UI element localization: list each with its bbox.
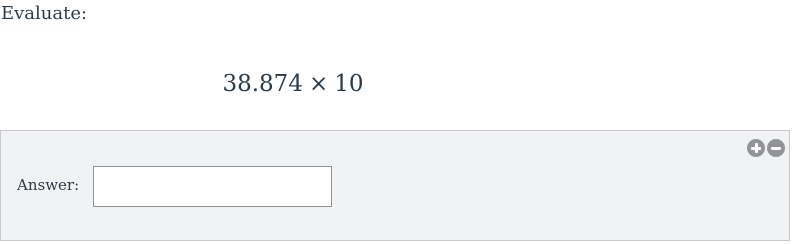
minus-circle-icon[interactable] <box>767 139 785 157</box>
zoom-controls <box>747 139 785 157</box>
answer-panel: Answer: <box>0 130 790 241</box>
right-operand: 10 <box>334 71 364 97</box>
answer-label: Answer: <box>17 176 80 194</box>
left-operand: 38.874 <box>222 71 303 97</box>
operator: × <box>308 71 329 97</box>
math-expression: 38.874 × 10 <box>0 71 586 97</box>
answer-input[interactable] <box>93 166 332 207</box>
plus-circle-icon[interactable] <box>747 139 765 157</box>
question-prompt: Evaluate: <box>1 3 88 24</box>
